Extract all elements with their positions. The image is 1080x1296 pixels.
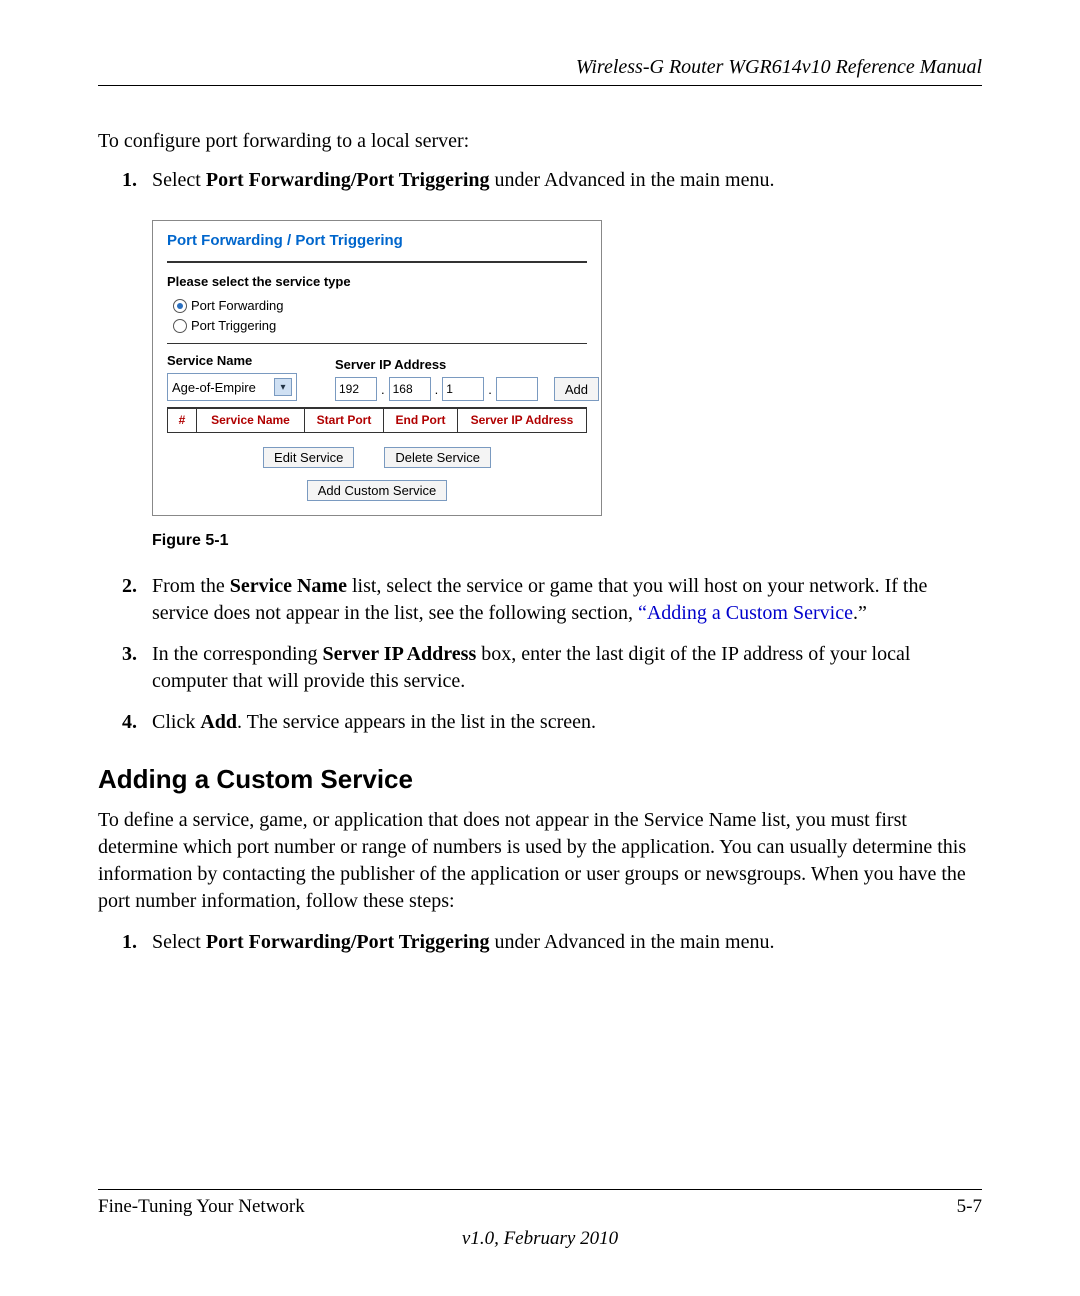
ip-octet-3[interactable]	[442, 377, 484, 401]
services-table: # Service Name Start Port End Port Serve…	[167, 407, 587, 432]
add-button[interactable]: Add	[554, 377, 599, 401]
radio-forwarding-label: Port Forwarding	[191, 297, 283, 315]
th-server-ip: Server IP Address	[458, 408, 587, 432]
ip-octet-2[interactable]	[389, 377, 431, 401]
page-header: Wireless-G Router WGR614v10 Reference Ma…	[98, 56, 982, 86]
step-1-post: under Advanced in the main menu.	[490, 169, 775, 191]
delete-service-button[interactable]: Delete Service	[384, 447, 491, 468]
service-row: Service Name Age-of-Empire ▾ Server IP A…	[167, 352, 587, 402]
intro-text: To configure port forwarding to a local …	[98, 130, 982, 153]
service-selected: Age-of-Empire	[172, 379, 256, 397]
steps-list-top: 1. Select Port Forwarding/Port Triggerin…	[98, 167, 982, 736]
divider	[167, 261, 587, 263]
edit-service-button[interactable]: Edit Service	[263, 447, 354, 468]
th-start-port: Start Port	[305, 408, 384, 432]
ip-input-group: . . .	[335, 377, 538, 401]
server-ip-label: Server IP Address	[335, 356, 538, 374]
section-step-1: 1. Select Port Forwarding/Port Triggerin…	[146, 929, 982, 956]
select-type-label: Please select the service type	[167, 273, 587, 291]
th-end-port: End Port	[384, 408, 458, 432]
th-index: #	[168, 408, 197, 432]
footer-right: 5-7	[957, 1196, 982, 1218]
ip-octet-1[interactable]	[335, 377, 377, 401]
th-service-name: Service Name	[197, 408, 305, 432]
radio-icon	[173, 319, 187, 333]
footer-left: Fine-Tuning Your Network	[98, 1196, 305, 1218]
step-4: 4. Click Add. The service appears in the…	[146, 709, 982, 736]
adding-custom-service-link[interactable]: “Adding a Custom Service	[638, 602, 853, 624]
button-row: Edit Service Delete Service	[167, 447, 587, 468]
manual-title: Wireless-G Router WGR614v10 Reference Ma…	[576, 56, 982, 78]
ip-octet-4[interactable]	[496, 377, 538, 401]
add-custom-service-button[interactable]: Add Custom Service	[307, 480, 448, 501]
radio-port-forwarding[interactable]: Port Forwarding	[173, 297, 587, 315]
footer-version: v1.0, February 2010	[98, 1228, 982, 1250]
step-2: 2. From the Service Name list, select th…	[146, 573, 982, 627]
router-panel: Port Forwarding / Port Triggering Please…	[152, 220, 602, 516]
figure-caption: Figure 5-1	[152, 530, 982, 552]
radio-triggering-label: Port Triggering	[191, 317, 276, 335]
service-name-select[interactable]: Age-of-Empire ▾	[167, 373, 297, 401]
divider	[167, 343, 587, 344]
step-1: 1. Select Port Forwarding/Port Triggerin…	[146, 167, 982, 551]
step-1-pre: Select	[152, 169, 206, 191]
panel-title: Port Forwarding / Port Triggering	[167, 231, 587, 251]
radio-port-triggering[interactable]: Port Triggering	[173, 317, 587, 335]
section-heading: Adding a Custom Service	[98, 764, 982, 795]
steps-list-section: 1. Select Port Forwarding/Port Triggerin…	[98, 929, 982, 956]
figure-wrap: Port Forwarding / Port Triggering Please…	[152, 220, 982, 551]
step-1-bold: Port Forwarding/Port Triggering	[206, 169, 490, 191]
page: Wireless-G Router WGR614v10 Reference Ma…	[0, 0, 1080, 1296]
service-name-label: Service Name	[167, 352, 297, 370]
chevron-down-icon: ▾	[274, 378, 292, 396]
section-paragraph: To define a service, game, or applicatio…	[98, 807, 982, 915]
step-3: 3. In the corresponding Server IP Addres…	[146, 641, 982, 695]
page-footer: Fine-Tuning Your Network 5-7 v1.0, Febru…	[98, 1189, 982, 1250]
radio-icon	[173, 299, 187, 313]
